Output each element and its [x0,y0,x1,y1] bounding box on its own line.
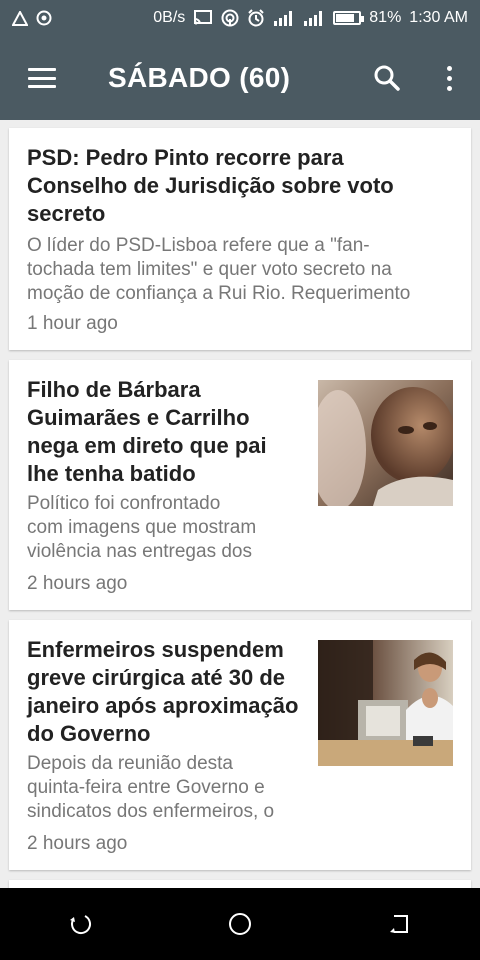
article-description-line: Político foi confrontado [27,493,221,514]
article-timestamp: 2 hours ago [27,833,128,854]
network-speed: 0B/s [153,9,186,26]
article-description: Político foi confrontado com imagens que… [27,492,312,564]
warning-triangle-icon [12,10,28,26]
battery-level [336,14,355,22]
article-description-line: sindicatos dos enfermeiros, o [27,801,275,822]
hotspot-icon [221,9,239,27]
system-nav-bar [0,888,480,960]
article-title-line: PSD: Pedro Pinto recorre para [27,145,344,170]
article-title: Filho de Bárbara Guimarães e Carrilho ne… [27,376,312,488]
article-card[interactable] [9,880,471,888]
target-icon [36,10,52,26]
article-description-line: tochada tem limites" e quer voto secreto… [27,259,392,280]
signal-icon-2 [303,10,325,26]
article-card[interactable]: Enfermeiros suspendem greve cirúrgica at… [9,620,471,870]
back-button[interactable] [40,888,120,960]
article-title-line: greve cirúrgica até 30 de [27,665,286,690]
app-bar: SÁBADO (60) [0,36,480,120]
article-title: Enfermeiros suspendem greve cirúrgica at… [27,636,317,748]
article-description-line: violência nas entregas dos [27,541,252,562]
news-feed[interactable]: PSD: Pedro Pinto recorre para Conselho d… [0,120,480,888]
page-title: SÁBADO (60) [108,62,291,93]
alarm-icon [247,9,265,27]
cast-icon [193,10,213,26]
search-icon [374,65,400,91]
article-description-line: O líder do PSD-Lisboa refere que a "fan- [27,235,370,256]
article-timestamp: 2 hours ago [27,573,128,594]
more-vertical-icon [446,65,452,91]
home-icon [229,913,251,935]
more-options-button[interactable] [418,36,480,120]
search-button[interactable] [356,36,418,120]
back-icon [70,915,92,935]
article-thumbnail[interactable] [318,380,453,506]
article-title-line: Conselho de Jurisdição sobre voto [27,173,394,198]
article-title-line: nega em direto que pai [27,433,267,458]
article-description-line: quinta-feira entre Governo e [27,777,265,798]
article-description: Depois da reunião desta quinta-feira ent… [27,752,312,824]
article-card[interactable]: PSD: Pedro Pinto recorre para Conselho d… [9,128,471,350]
recent-apps-icon [390,915,408,933]
clock: 1:30 AM [409,9,468,26]
menu-button[interactable] [0,36,84,120]
meeting-photo-icon [318,640,453,766]
article-title-line: Enfermeiros suspendem [27,637,284,662]
article-title-line: janeiro após aproximação [27,693,299,718]
battery-percent: 81% [369,9,402,26]
article-description: O líder do PSD-Lisboa refere que a "fan-… [27,234,457,306]
home-button[interactable] [200,888,280,960]
portrait-photo-icon [318,380,453,506]
article-title-line: lhe tenha batido [27,461,196,486]
article-description-line: moção de confiança a Rui Rio. Requerimen… [27,283,411,304]
article-thumbnail[interactable] [318,640,453,766]
menu-icon [28,68,56,88]
article-title: PSD: Pedro Pinto recorre para Conselho d… [27,144,453,228]
article-timestamp: 1 hour ago [27,313,118,334]
status-bar: 0B/s 81% 1:30 AM [0,0,480,36]
recent-apps-button[interactable] [360,888,440,960]
article-title-line: Guimarães e Carrilho [27,405,250,430]
battery-icon [333,11,365,25]
article-card[interactable]: Filho de Bárbara Guimarães e Carrilho ne… [9,360,471,610]
article-title-line: secreto [27,201,106,226]
article-title-line: Filho de Bárbara [27,377,201,402]
article-title-line: do Governo [27,721,151,746]
article-description-line: Depois da reunião desta [27,753,233,774]
signal-icon [273,10,295,26]
article-description-line: com imagens que mostram [27,517,257,538]
